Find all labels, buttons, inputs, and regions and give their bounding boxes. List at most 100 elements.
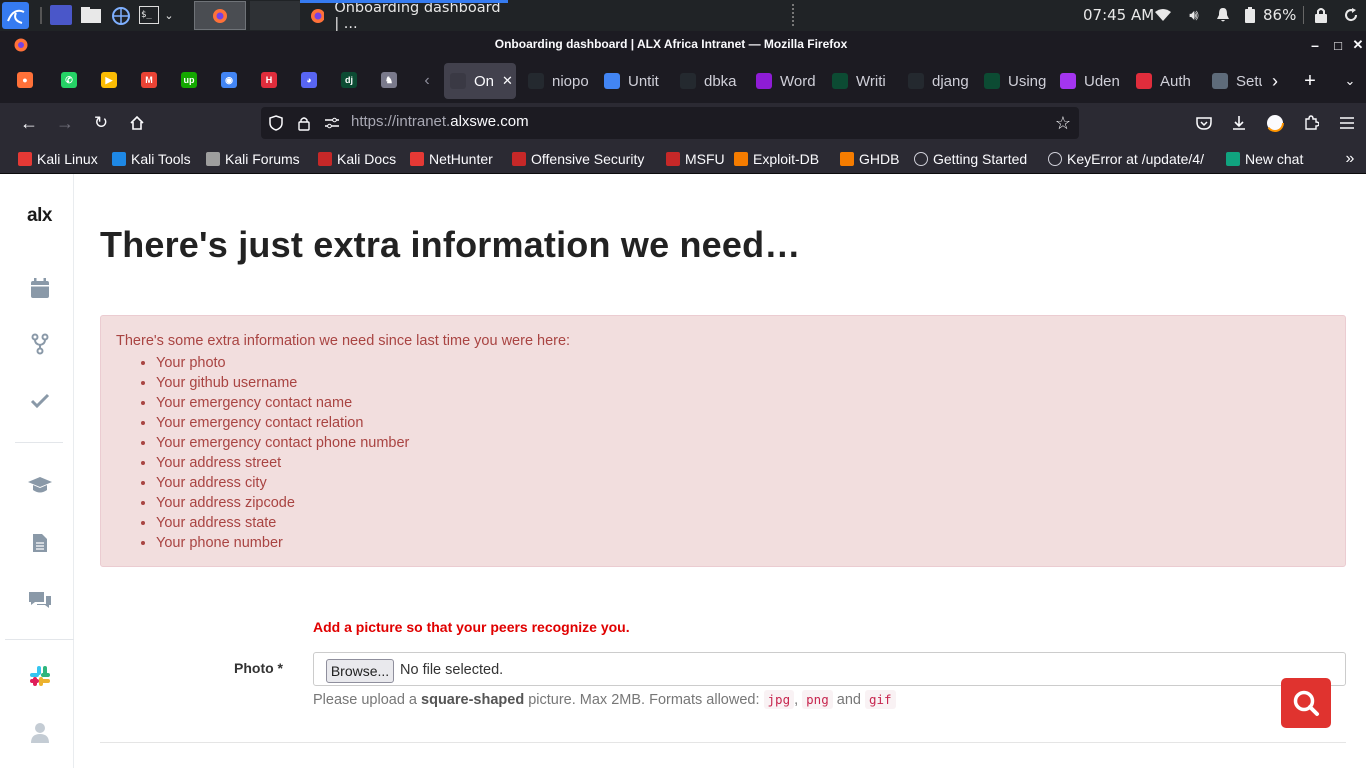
- pinned-tab-unicorn[interactable]: ♞: [380, 71, 398, 89]
- alx-logo[interactable]: alx: [5, 196, 74, 236]
- url-bar[interactable]: https://intranet.alxswe.com ☆: [261, 107, 1079, 139]
- browser-tab[interactable]: niopo: [522, 63, 592, 99]
- terminal-icon[interactable]: $_: [139, 6, 159, 24]
- notification-bell-icon[interactable]: [1214, 6, 1232, 24]
- taskbar-firefox-button[interactable]: [194, 1, 246, 30]
- bookmark-label: New chat: [1245, 150, 1304, 167]
- bookmark-item[interactable]: NetHunter: [410, 143, 493, 174]
- bookmark-item[interactable]: Getting Started: [914, 143, 1027, 174]
- pinned-tab-play[interactable]: ▶: [100, 71, 118, 89]
- window-title: Onboarding dashboard | ALX Africa Intran…: [494, 37, 848, 51]
- bookmark-label: Kali Tools: [131, 150, 191, 167]
- help-pre: Please upload a: [313, 692, 422, 708]
- close-button[interactable]: ✕: [1350, 35, 1366, 55]
- bookmark-item[interactable]: Kali Tools: [112, 143, 191, 174]
- pinned-tab-firefox[interactable]: ●: [16, 71, 34, 89]
- tab-label: Writi: [856, 72, 886, 90]
- battery-icon[interactable]: [1243, 6, 1257, 24]
- bookmark-item[interactable]: Kali Linux: [18, 143, 98, 174]
- power-refresh-icon[interactable]: [1341, 6, 1361, 24]
- photo-file-input[interactable]: Browse... No file selected.: [313, 652, 1346, 686]
- volume-icon[interactable]: 🔊︎: [1184, 6, 1204, 24]
- calendar-icon[interactable]: [5, 268, 74, 308]
- code-fork-icon[interactable]: [5, 324, 74, 364]
- close-tab-icon[interactable]: ✕: [502, 73, 513, 89]
- menu-icon[interactable]: [1337, 113, 1357, 133]
- pinned-tab-chrome-like[interactable]: ◉: [220, 71, 238, 89]
- taskbar-window-title: Onboarding dashboard | ...: [334, 0, 501, 32]
- browser-tab[interactable]: dbka: [674, 63, 744, 99]
- graduation-cap-icon[interactable]: [5, 466, 74, 506]
- dj-icon: [984, 73, 1000, 89]
- format-jpg: jpg: [763, 690, 795, 709]
- back-button[interactable]: ←: [18, 113, 40, 133]
- lock-screen-icon[interactable]: [1312, 6, 1330, 24]
- pinned-tab-upwork[interactable]: up: [180, 71, 198, 89]
- file-manager-icon[interactable]: [80, 6, 102, 24]
- account-icon[interactable]: [1265, 113, 1285, 133]
- bookmark-item[interactable]: Kali Forums: [206, 143, 300, 174]
- wifi-icon[interactable]: [1154, 6, 1172, 24]
- tracking-protection-icon[interactable]: [267, 115, 285, 131]
- lock-icon[interactable]: [295, 115, 313, 131]
- chevron-down-icon[interactable]: ⌄: [162, 5, 176, 25]
- maximize-button[interactable]: □: [1329, 35, 1347, 55]
- dot-icon: [1136, 73, 1152, 89]
- browser-launcher-icon[interactable]: [110, 5, 132, 27]
- search-button[interactable]: [1281, 678, 1331, 728]
- bookmark-item[interactable]: New chat: [1226, 143, 1303, 174]
- bookmark-item[interactable]: MSFU: [666, 143, 725, 174]
- browser-tab[interactable]: Word: [750, 63, 820, 99]
- bookmark-favicon-icon: [18, 151, 32, 166]
- pinned-tab-holberton[interactable]: H: [260, 71, 278, 89]
- pinned-tab-gmail[interactable]: M: [140, 71, 158, 89]
- browser-tab[interactable]: Using: [978, 63, 1048, 99]
- browser-tab[interactable]: Untit: [598, 63, 668, 99]
- pinned-tab-django[interactable]: dj: [340, 71, 358, 89]
- help-mid: picture. Max 2MB. Formats allowed:: [524, 692, 764, 708]
- bookmark-item[interactable]: Offensive Security: [512, 143, 644, 174]
- home-button[interactable]: [126, 113, 148, 133]
- pinned-tab-whatsapp[interactable]: ✆: [60, 71, 78, 89]
- page-title: There's just extra information we need…: [100, 224, 801, 265]
- bookmark-label: MSFU: [685, 150, 725, 167]
- new-tab-button[interactable]: +: [1300, 70, 1320, 92]
- tabs-scroll-right-button[interactable]: ›: [1266, 71, 1284, 91]
- pinned-tab-discord[interactable]: ◕: [300, 71, 318, 89]
- taskbar-window-button[interactable]: Onboarding dashboard | ...: [300, 0, 508, 32]
- bookmark-item[interactable]: KeyError at /update/4/: [1048, 143, 1204, 174]
- checkmark-icon[interactable]: [5, 381, 74, 421]
- format-and: and: [832, 692, 865, 708]
- photo-prompt: Add a picture so that your peers recogni…: [313, 619, 630, 635]
- reload-button[interactable]: ↻: [90, 113, 112, 133]
- browse-button[interactable]: Browse...: [326, 659, 394, 683]
- browser-tab[interactable]: Auth: [1130, 63, 1200, 99]
- permissions-icon[interactable]: [323, 115, 341, 131]
- bookmark-item[interactable]: GHDB: [840, 143, 899, 174]
- browser-tab[interactable]: On ✕: [444, 63, 516, 99]
- bookmark-item[interactable]: Kali Docs: [318, 143, 396, 174]
- minimize-button[interactable]: –: [1306, 35, 1324, 55]
- user-icon[interactable]: [5, 713, 74, 753]
- url-text[interactable]: https://intranet.alxswe.com: [351, 113, 529, 130]
- forward-button[interactable]: →: [54, 113, 76, 133]
- browser-tab[interactable]: Setu: [1206, 63, 1262, 99]
- list-all-tabs-button[interactable]: ⌄: [1340, 71, 1360, 91]
- browser-tab[interactable]: Uden: [1054, 63, 1124, 99]
- bookmarks-overflow-button[interactable]: »: [1340, 149, 1360, 169]
- extensions-icon[interactable]: [1301, 113, 1321, 133]
- workspace-icon[interactable]: [50, 5, 72, 25]
- slack-icon[interactable]: [5, 656, 74, 696]
- github-icon: [908, 73, 924, 89]
- downloads-icon[interactable]: [1229, 113, 1249, 133]
- kali-menu-icon[interactable]: [2, 2, 29, 29]
- document-icon[interactable]: [5, 523, 74, 563]
- bookmark-star-icon[interactable]: ☆: [1053, 113, 1073, 133]
- tabs-scroll-left-button[interactable]: ‹: [418, 71, 436, 91]
- pocket-icon[interactable]: [1194, 113, 1214, 133]
- browser-tab[interactable]: djang: [902, 63, 972, 99]
- browser-tab[interactable]: Writi: [826, 63, 896, 99]
- chat-icon[interactable]: [5, 580, 74, 620]
- clock[interactable]: 07:45 AM: [1083, 6, 1154, 24]
- bookmark-item[interactable]: Exploit-DB: [734, 143, 819, 174]
